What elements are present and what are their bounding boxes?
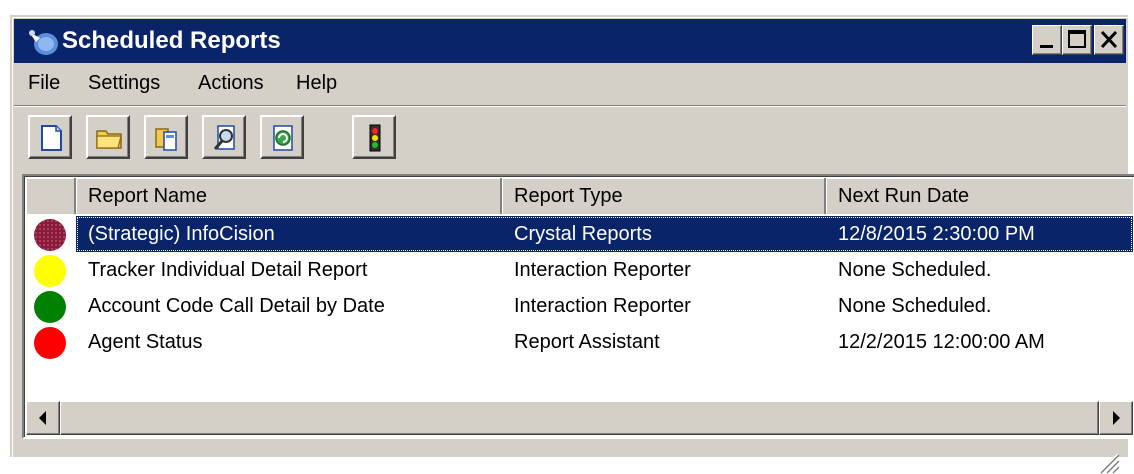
report-type: Crystal Reports: [514, 223, 652, 245]
scheduled-reports-list[interactable]: Report Name Report Type Next Run Date (S…: [22, 174, 1134, 439]
minimize-icon: [1040, 45, 1053, 48]
table-row[interactable]: Tracker Individual Detail Report Interac…: [26, 252, 1133, 288]
status-indicator-icon: [34, 219, 66, 251]
status-bar: [22, 443, 1124, 474]
report-name: (Strategic) InfoCision: [88, 223, 275, 245]
app-icon: [29, 30, 58, 55]
menu-settings[interactable]: Settings: [88, 69, 160, 97]
status-indicator-icon: [34, 327, 66, 359]
scroll-right-button[interactable]: [1099, 401, 1133, 435]
preview-report-button[interactable]: [202, 115, 246, 159]
traffic-light-icon: [369, 124, 381, 152]
report-type: Interaction Reporter: [514, 295, 691, 317]
report-name: Tracker Individual Detail Report: [88, 259, 368, 281]
header-status[interactable]: [26, 178, 76, 214]
copy-report-button[interactable]: [144, 115, 188, 159]
open-folder-button[interactable]: [86, 115, 130, 159]
header-report-type[interactable]: Report Type: [502, 178, 826, 214]
next-run-date: 12/8/2015 2:30:00 PM: [838, 223, 1035, 245]
toolbar-separator: [14, 105, 1126, 107]
arrow-right-icon: [1113, 411, 1120, 425]
scheduled-reports-window: Scheduled Reports File Settings Actions …: [10, 15, 1134, 474]
window-title: Scheduled Reports: [62, 27, 281, 54]
copy-report-icon: [155, 128, 177, 151]
report-name: Account Code Call Detail by Date: [88, 295, 385, 317]
refresh-report-icon: [273, 125, 293, 151]
horizontal-scrollbar[interactable]: [26, 401, 1133, 435]
list-header: Report Name Report Type Next Run Date: [26, 178, 1133, 214]
table-row[interactable]: (Strategic) InfoCision Crystal Reports 1…: [26, 216, 1133, 252]
scroll-left-button[interactable]: [26, 401, 60, 435]
minimize-button[interactable]: [1032, 25, 1062, 55]
close-button[interactable]: [1094, 25, 1124, 55]
arrow-left-icon: [39, 411, 46, 425]
new-report-button[interactable]: [28, 115, 72, 159]
next-run-date: 12/2/2015 12:00:00 AM: [838, 331, 1045, 353]
table-row[interactable]: Account Code Call Detail by Date Interac…: [26, 288, 1133, 324]
new-report-icon: [41, 125, 62, 151]
close-icon: [1100, 30, 1118, 49]
next-run-date: None Scheduled.: [838, 259, 992, 281]
menu-actions[interactable]: Actions: [198, 69, 264, 97]
table-row[interactable]: Agent Status Report Assistant 12/2/2015 …: [26, 324, 1133, 360]
header-report-name[interactable]: Report Name: [76, 178, 502, 214]
traffic-light-button[interactable]: [352, 115, 396, 159]
menu-bar: File Settings Actions Help: [14, 63, 1126, 103]
maximize-button[interactable]: [1062, 25, 1092, 55]
resize-grip-icon[interactable]: [1096, 450, 1120, 474]
preview-report-icon: [213, 125, 235, 150]
scrollbar-thumb[interactable]: [60, 401, 1099, 435]
header-next-run-date[interactable]: Next Run Date: [826, 178, 1134, 214]
menu-file[interactable]: File: [28, 69, 60, 97]
status-indicator-icon: [34, 291, 66, 323]
report-type: Report Assistant: [514, 331, 660, 353]
open-folder-icon: [96, 130, 122, 149]
toolbar: [14, 109, 1126, 175]
menu-help[interactable]: Help: [296, 69, 337, 97]
maximize-icon: [1068, 30, 1086, 48]
title-bar[interactable]: Scheduled Reports: [14, 19, 1126, 63]
next-run-date: None Scheduled.: [838, 295, 992, 317]
status-indicator-icon: [34, 255, 66, 287]
report-name: Agent Status: [88, 331, 203, 353]
refresh-report-button[interactable]: [260, 115, 304, 159]
report-type: Interaction Reporter: [514, 259, 691, 281]
